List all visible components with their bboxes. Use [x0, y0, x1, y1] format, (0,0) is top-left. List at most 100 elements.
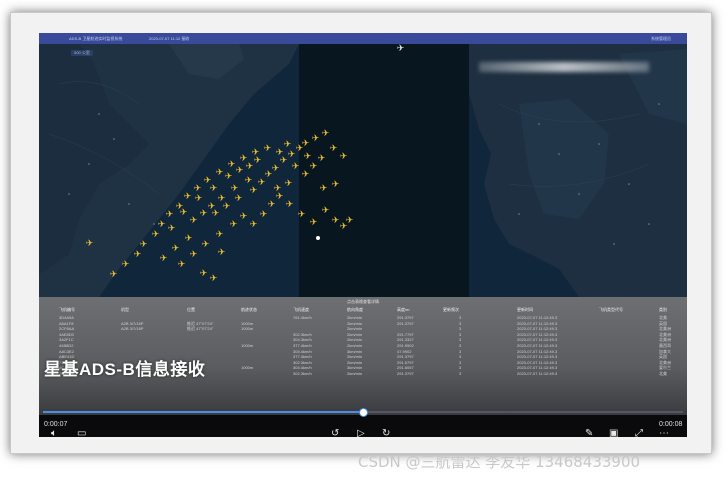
aircraft-icon[interactable]: ✈ [309, 162, 318, 171]
aircraft-icon[interactable]: ✈ [285, 200, 294, 209]
seek-bar[interactable] [43, 408, 683, 417]
more-options-icon[interactable]: ⋯ [659, 429, 669, 438]
aircraft-icon[interactable]: ✈ [121, 260, 130, 269]
aircraft-icon[interactable]: ✈ [235, 166, 244, 175]
aircraft-icon[interactable]: ✈ [301, 170, 310, 179]
aircraft-icon[interactable]: ✈ [273, 184, 282, 193]
aircraft-icon[interactable]: ✈ [303, 152, 312, 161]
aircraft-icon[interactable]: ✈ [239, 212, 248, 221]
aircraft-icon[interactable]: ✈ [189, 216, 198, 225]
aircraft-icon[interactable]: ✈ [275, 192, 284, 201]
aircraft-icon[interactable]: ✈ [249, 220, 258, 229]
aircraft-icon[interactable]: ✈ [331, 180, 340, 189]
aircraft-icon[interactable]: ✈ [339, 152, 348, 161]
aircraft-icon[interactable]: ✈ [311, 134, 320, 143]
aircraft-icon[interactable]: ✈ [267, 200, 276, 209]
aircraft-icon[interactable]: ✈ [244, 176, 253, 185]
aircraft-icon[interactable]: ✈ [291, 162, 300, 171]
aircraft-icon[interactable]: ✈ [159, 254, 168, 263]
aircraft-icon[interactable]: ✈ [165, 210, 174, 219]
aircraft-icon[interactable]: ✈ [224, 172, 233, 181]
aircraft-icon[interactable]: ✈ [301, 139, 310, 148]
aircraft-icon[interactable]: ✈ [396, 44, 405, 53]
column-header: 更新时间 [517, 307, 533, 312]
aircraft-icon[interactable]: ✈ [175, 202, 184, 211]
aircraft-icon[interactable]: ✈ [184, 234, 193, 243]
aircraft-icon[interactable]: ✈ [309, 218, 318, 227]
aircraft-icon[interactable]: ✈ [203, 176, 212, 185]
table-cell: 291.5797 [397, 359, 414, 365]
fullscreen-icon[interactable]: ⤢ [635, 429, 643, 438]
selected-aircraft-marker[interactable] [316, 236, 320, 240]
aircraft-icon[interactable]: ✈ [151, 230, 160, 239]
table-cell: 2023-07-07 11:12:49.3 [517, 342, 558, 348]
aircraft-icon[interactable]: ✈ [229, 220, 238, 229]
aircraft-icon[interactable]: ✈ [171, 244, 180, 253]
aircraft-icon[interactable]: ✈ [275, 148, 284, 157]
table-cell: 291.3327 [397, 337, 414, 343]
aircraft-icon[interactable]: ✈ [157, 220, 166, 229]
aircraft-icon[interactable]: ✈ [209, 274, 218, 283]
aircraft-icon[interactable]: ✈ [263, 144, 272, 153]
volume-icon[interactable]: 🔈︎ [51, 429, 57, 438]
aircraft-icon[interactable]: ✈ [109, 270, 118, 279]
aircraft-icon[interactable]: ✈ [227, 160, 236, 169]
aircraft-icon[interactable]: ✈ [194, 194, 203, 203]
aircraft-icon[interactable]: ✈ [193, 184, 202, 193]
aircraft-icon[interactable]: ✈ [215, 168, 224, 177]
aircraft-icon[interactable]: ✈ [199, 209, 208, 218]
miniplayer-icon[interactable]: ▣ [609, 429, 618, 438]
aircraft-icon[interactable]: ✈ [167, 224, 176, 233]
table-cell: 2023-07-07 11:12:49.3 [517, 365, 558, 371]
aircraft-icon[interactable]: ✈ [297, 210, 306, 219]
aircraft-icon[interactable]: ✈ [257, 178, 266, 187]
aircraft-icon[interactable]: ✈ [139, 240, 148, 249]
aircraft-icon[interactable]: ✈ [215, 230, 224, 239]
map-overlay-glare [479, 62, 649, 72]
aircraft-icon[interactable]: ✈ [209, 184, 218, 193]
subtitles-icon[interactable]: ▭ [77, 429, 86, 438]
table-cell: 4AE8D0 [59, 331, 74, 337]
aircraft-icon[interactable]: ✈ [189, 250, 198, 259]
aircraft-icon[interactable]: ✈ [329, 144, 338, 153]
aircraft-icon[interactable]: ✈ [222, 202, 231, 211]
aircraft-icon[interactable]: ✈ [201, 240, 210, 249]
aircraft-icon[interactable]: ✈ [183, 192, 192, 201]
aircraft-icon[interactable]: ✈ [251, 148, 260, 157]
aircraft-icon[interactable]: ✈ [271, 164, 280, 173]
aircraft-icon[interactable]: ✈ [345, 216, 354, 225]
aircraft-icon[interactable]: ✈ [211, 209, 220, 218]
aircraft-icon[interactable]: ✈ [253, 156, 262, 165]
video-screen[interactable]: ADS-B 卫星航迹实时监视系统 2023-07-07 11:12 接收 系统管… [39, 33, 687, 437]
seek-handle[interactable] [359, 408, 368, 417]
aircraft-icon[interactable]: ✈ [321, 206, 330, 215]
aircraft-icon[interactable]: ✈ [317, 154, 326, 163]
table-cell: 302.3km/h [293, 331, 312, 337]
app-title-bar: ADS-B 卫星航迹实时监视系统 2023-07-07 11:12 接收 系统管… [39, 33, 687, 44]
aircraft-icon[interactable]: ✈ [239, 154, 248, 163]
elapsed-time: 0:00:07 [44, 421, 68, 428]
aircraft-icon[interactable]: ✈ [284, 179, 293, 188]
aircraft-icon[interactable]: ✈ [234, 194, 243, 203]
aircraft-icon[interactable]: ✈ [259, 210, 268, 219]
aircraft-icon[interactable]: ✈ [85, 239, 94, 248]
aircraft-icon[interactable]: ✈ [230, 184, 239, 193]
column-header: 飞机编号 [59, 307, 75, 312]
column-header: 位置 [187, 307, 195, 312]
table-cell: 291.3797 [397, 315, 414, 320]
aircraft-icon[interactable]: ✈ [283, 140, 292, 149]
table-cell: 2km/min [347, 354, 363, 360]
rewind-icon[interactable]: ↺ [331, 429, 339, 438]
aircraft-icon[interactable]: ✈ [321, 129, 330, 138]
aircraft-icon[interactable]: ✈ [177, 260, 186, 269]
aircraft-icon[interactable]: ✈ [217, 248, 226, 257]
aircraft-icon[interactable]: ✈ [133, 250, 142, 259]
aircraft-icon[interactable]: ✈ [199, 269, 208, 278]
table-cell: 304.4km/h [293, 348, 312, 354]
aircraft-icon[interactable]: ✈ [249, 186, 258, 195]
play-icon[interactable]: ▷ [357, 429, 365, 438]
flight-map[interactable]: 500 公里 ✈ ✈ ✈ ✈ ✈ ✈ ✈ ✈ ✈ ✈ ✈ ✈ ✈ ✈ ✈ ✈ ✈ ✈ ✈ ✈ ✈ ✈ ✈ ✈ ✈ ✈ ✈ ✈ ✈ ✈ ✈ ✈ ✈… [39, 44, 687, 297]
aircraft-icon[interactable]: ✈ [319, 184, 328, 193]
edit-icon[interactable]: ✎ [585, 429, 593, 438]
fast-forward-icon[interactable]: ↻ [382, 429, 390, 438]
